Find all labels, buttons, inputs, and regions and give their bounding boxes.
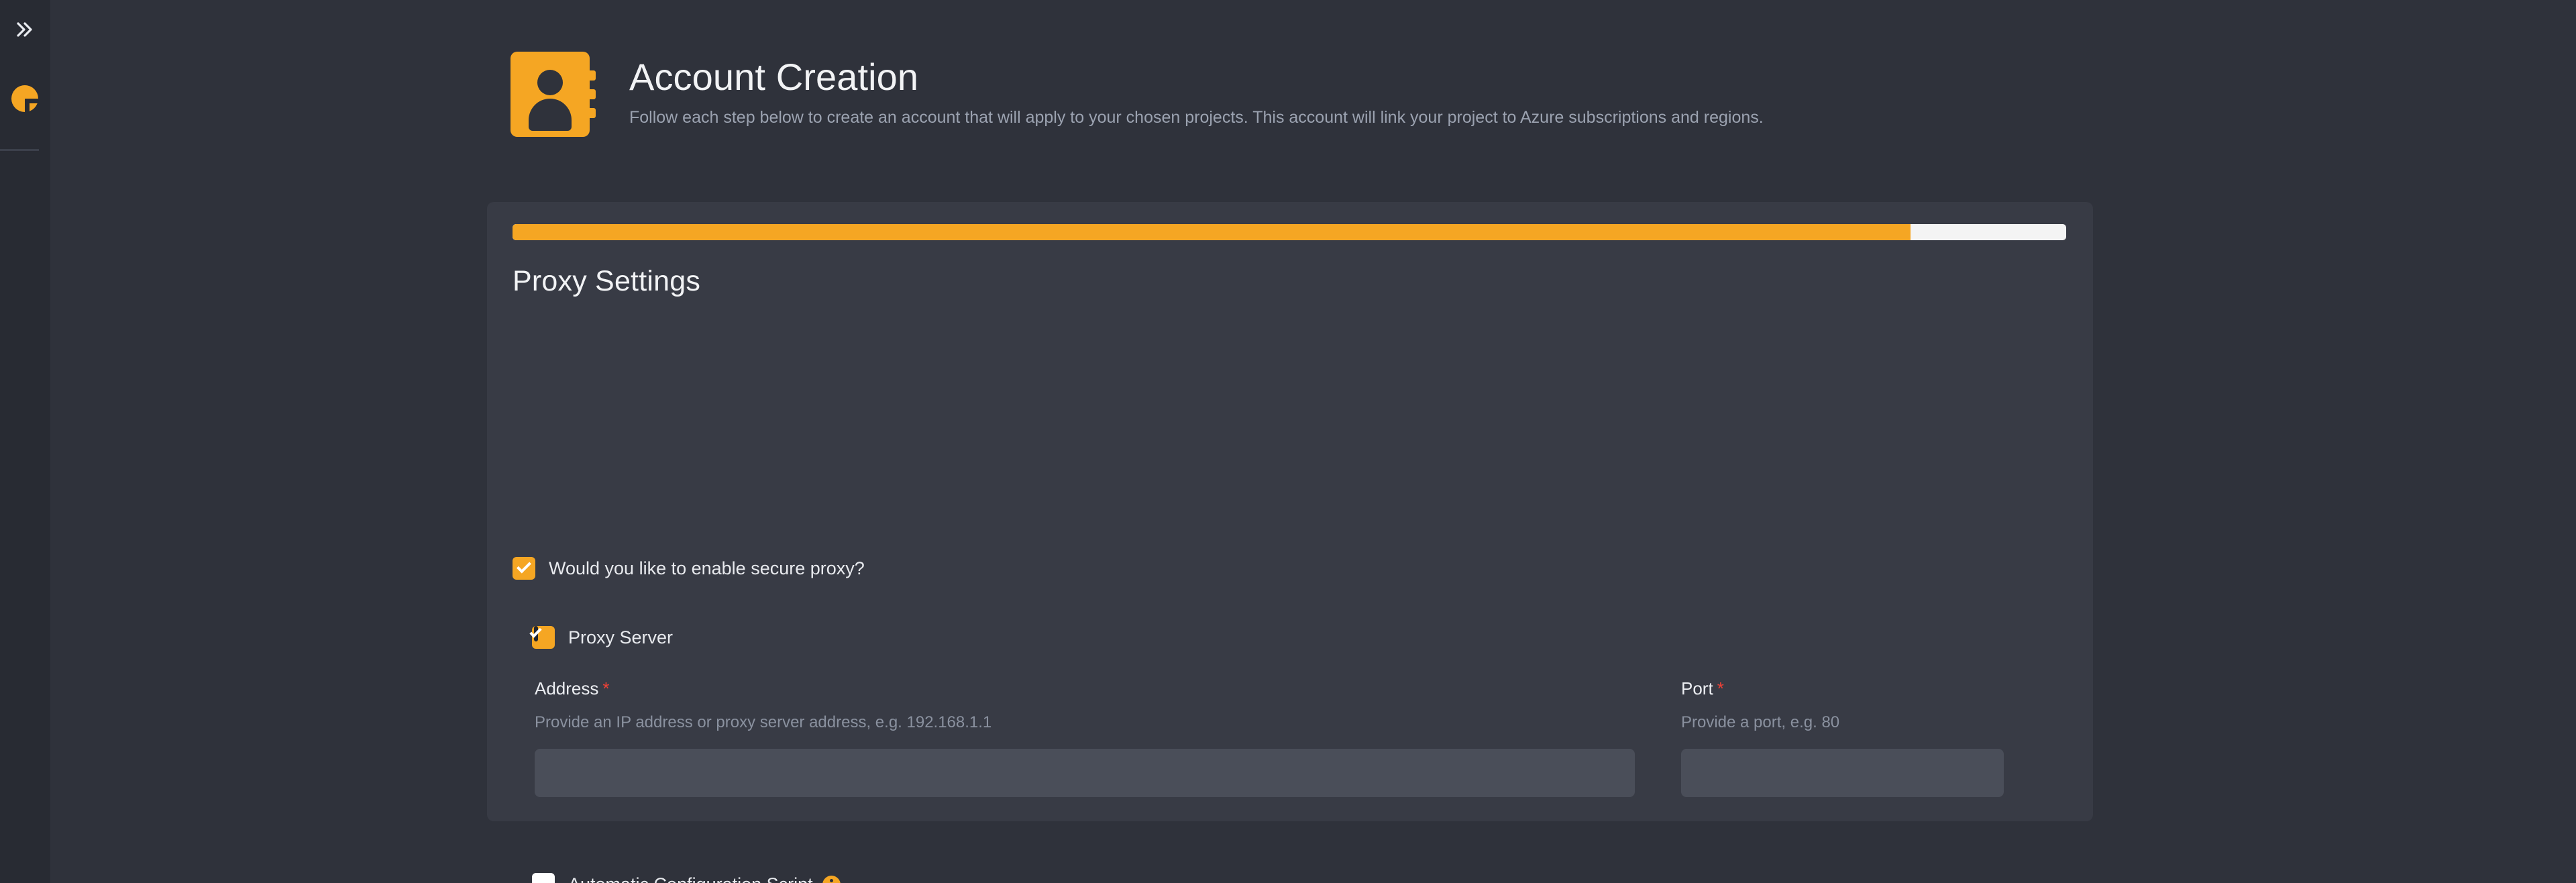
sidebar-add-button[interactable] [11,85,39,113]
enable-secure-proxy-label: Would you like to enable secure proxy? [549,558,865,578]
port-label: Port * [1681,678,2004,699]
automatic-configuration-script-row[interactable]: Automatic Configuration Script [532,873,841,883]
automatic-configuration-script-checkbox[interactable] [532,873,555,883]
page-title: Account Creation [629,56,919,98]
address-required-marker: * [602,678,610,698]
main-content: Account Creation Follow each step below … [50,0,2576,883]
proxy-server-row[interactable]: Proxy Server [529,625,674,649]
app-root: Account Creation Follow each step below … [0,0,2576,883]
check-icon [517,558,531,574]
proxy-server-label: Proxy Server [568,627,674,647]
enable-secure-proxy-checkbox[interactable] [513,557,535,580]
chevrons-right-icon [15,21,36,38]
address-field-group: Address * Provide an IP address or proxy … [535,678,1635,797]
check-icon [529,625,542,638]
sidebar-expand-button[interactable] [11,15,40,44]
port-help-text: Provide a port, e.g. 80 [1681,713,1840,731]
port-required-marker: * [1717,678,1724,698]
proxy-server-checkbox[interactable] [529,625,555,649]
address-label: Address * [535,678,1635,699]
address-help-text: Provide an IP address or proxy server ad… [535,713,992,731]
sidebar-divider [0,149,39,151]
wizard-progress-bar [513,224,2066,240]
wizard-card: Proxy Settings Would you like to enable … [487,202,2093,883]
address-label-text: Address [535,678,599,698]
page-header-text: Account Creation Follow each step below … [629,52,1764,129]
section-title: Proxy Settings [513,265,701,297]
wizard-progress-fill [513,224,1911,240]
port-field-group: Port * Provide a port, e.g. 80 [1681,678,2004,797]
page-header: Account Creation Follow each step below … [511,52,1764,137]
automatic-configuration-script-label: Automatic Configuration Script [568,874,813,883]
info-circle-icon[interactable] [822,875,841,883]
page-subtitle: Follow each step below to create an acco… [629,108,1764,127]
address-input[interactable] [535,749,1635,797]
left-sidebar [0,0,50,883]
port-label-text: Port [1681,678,1713,698]
address-book-icon [511,52,596,137]
enable-secure-proxy-row[interactable]: Would you like to enable secure proxy? [513,557,865,580]
port-input[interactable] [1681,749,2004,797]
